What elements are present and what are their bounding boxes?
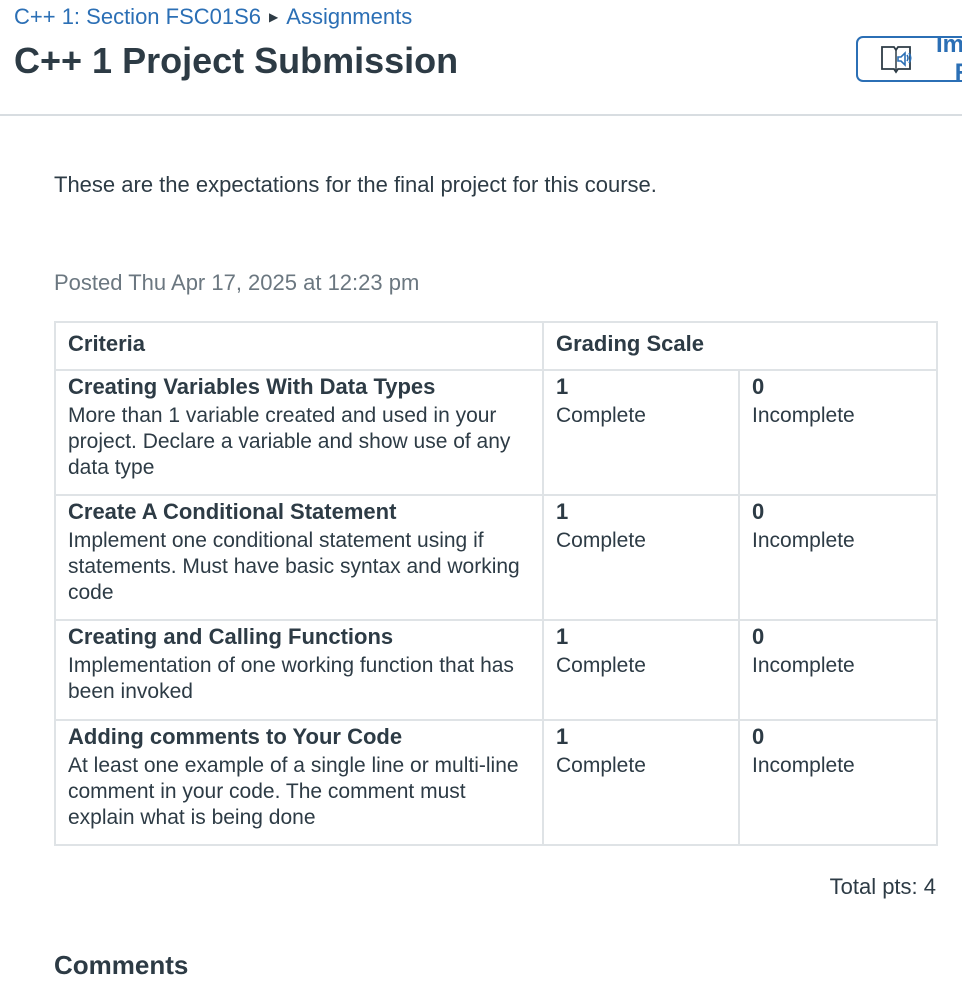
rating-points: 1	[556, 624, 569, 649]
criterion-title: Adding comments to Your Code	[68, 724, 403, 749]
rating-cell: 0 Incomplete	[737, 719, 939, 846]
rating-label: Incomplete	[752, 654, 855, 677]
criterion-description: Implementation of one working function t…	[68, 654, 514, 703]
rating-label: Incomplete	[752, 754, 855, 777]
rubric-total-points: Total pts: 4	[829, 874, 936, 899]
breadcrumb-assignments-link[interactable]: Assignments	[286, 4, 412, 29]
rating-cell: 1 Complete	[542, 494, 740, 621]
criteria-header: Criteria	[54, 321, 544, 371]
rubric-row: Creating and Calling Functions Implement…	[54, 619, 939, 721]
rubric-row: Creating Variables With Data Types More …	[54, 369, 939, 496]
grading-scale-header: Grading Scale	[541, 321, 939, 371]
immersive-reader-label: Immersive Reader	[936, 36, 962, 80]
rating-cell: 0 Incomplete	[737, 619, 939, 721]
rating-points: 0	[752, 724, 765, 749]
rating-points: 1	[556, 374, 569, 399]
rating-cell: 0 Incomplete	[737, 369, 939, 496]
rating-cell: 1 Complete	[542, 619, 740, 721]
breadcrumb-course-link[interactable]: C++ 1: Section FSC01S6	[14, 4, 261, 29]
criterion-description: More than 1 variable created and used in…	[68, 404, 511, 479]
rubric-row: Adding comments to Your Code At least on…	[54, 719, 939, 846]
rating-points: 0	[752, 374, 765, 399]
rubric-row: Create A Conditional Statement Implement…	[54, 494, 939, 621]
breadcrumb: C++ 1: Section FSC01S6 ▶ Assignments	[14, 4, 412, 30]
rating-label: Complete	[556, 654, 646, 677]
rating-label: Complete	[556, 404, 646, 427]
rating-points: 0	[752, 499, 765, 524]
rating-label: Incomplete	[752, 529, 855, 552]
comments-heading: Comments	[54, 950, 189, 980]
criterion-cell: Creating Variables With Data Types More …	[54, 369, 544, 496]
header-divider	[0, 114, 962, 116]
criterion-cell: Adding comments to Your Code At least on…	[54, 719, 544, 846]
rubric-header-row: Criteria Grading Scale	[54, 321, 939, 371]
rating-cell: 1 Complete	[542, 719, 740, 846]
assignment-description: These are the expectations for the final…	[54, 172, 657, 197]
criterion-title: Create A Conditional Statement	[68, 499, 397, 524]
criterion-description: Implement one conditional statement usin…	[68, 529, 520, 604]
rating-cell: 1 Complete	[542, 369, 740, 496]
page-title: C++ 1 Project Submission	[14, 40, 459, 81]
rating-cell: 0 Incomplete	[737, 494, 939, 621]
breadcrumb-separator-icon: ▶	[269, 10, 279, 24]
rating-label: Complete	[556, 754, 646, 777]
rating-points: 1	[556, 724, 569, 749]
rating-label: Incomplete	[752, 404, 855, 427]
immersive-reader-button[interactable]: Immersive Reader	[856, 36, 962, 82]
criterion-title: Creating Variables With Data Types	[68, 374, 436, 399]
criterion-title: Creating and Calling Functions	[68, 624, 394, 649]
rating-label: Complete	[556, 529, 646, 552]
criterion-description: At least one example of a single line or…	[68, 754, 519, 829]
rating-points: 1	[556, 499, 569, 524]
criterion-cell: Creating and Calling Functions Implement…	[54, 619, 544, 721]
immersive-reader-icon	[881, 46, 912, 74]
posted-date: Posted Thu Apr 17, 2025 at 12:23 pm	[54, 270, 420, 295]
rubric-table: Criteria Grading Scale Creating Variable…	[54, 321, 939, 846]
criterion-cell: Create A Conditional Statement Implement…	[54, 494, 544, 621]
rating-points: 0	[752, 624, 765, 649]
